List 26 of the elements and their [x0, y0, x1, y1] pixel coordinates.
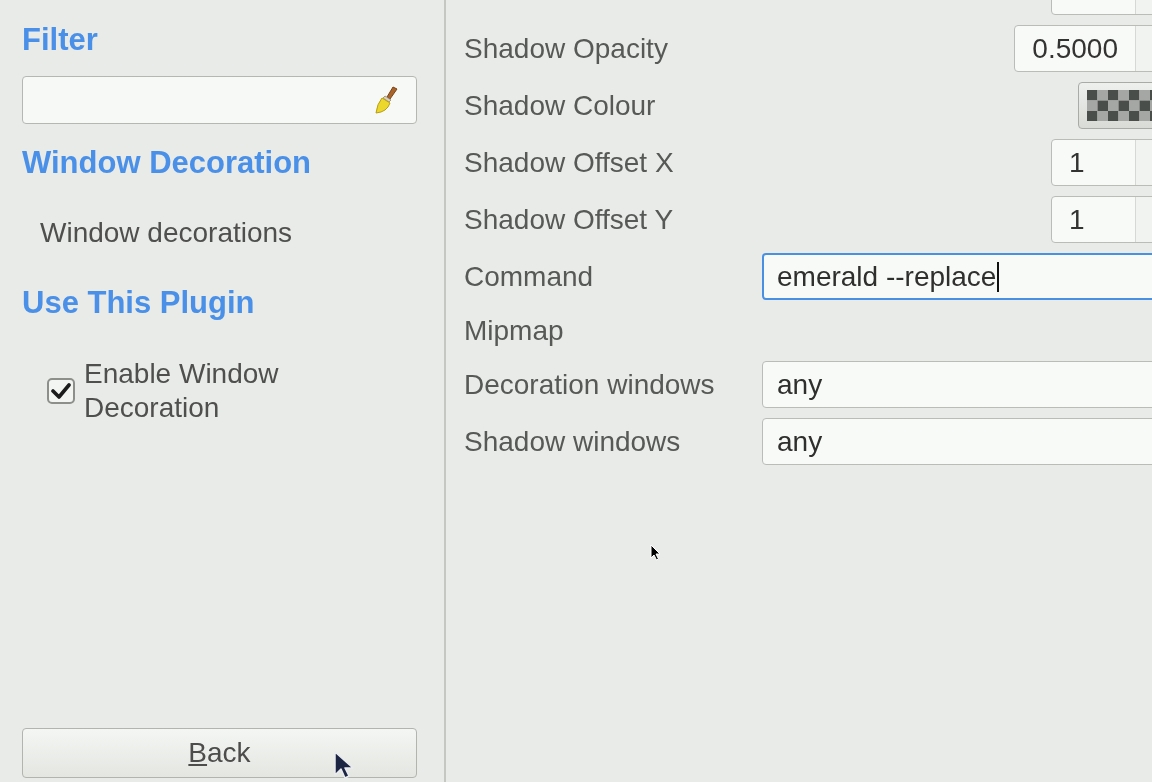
text-field[interactable]: emerald --replace [762, 253, 1152, 300]
setting-label: Shadow Offset Y [464, 202, 674, 237]
spin-field[interactable]: 1 [1051, 196, 1152, 243]
setting-label: Command [464, 259, 594, 294]
text-field[interactable]: any [762, 418, 1152, 465]
filter-field[interactable] [22, 76, 417, 124]
section-heading: Use This Plugin [22, 285, 255, 321]
plugin-description: Window decorations [40, 216, 293, 250]
setting-label: Shadow windows [464, 424, 681, 459]
text-field[interactable]: any [762, 361, 1152, 408]
checkbox-label[interactable]: Enable Window Decoration [84, 357, 324, 425]
setting-label: Shadow Colour [464, 88, 656, 123]
text-cursor-icon [997, 261, 1000, 292]
broom-icon[interactable] [374, 85, 400, 115]
spin-field[interactable]: 1 [1051, 139, 1152, 186]
setting-label: Shadow Offset X [464, 145, 674, 180]
setting-label: Decoration windows [464, 367, 715, 402]
spin-field[interactable]: 0.5000 [1014, 25, 1152, 72]
plugin-title: Window Decoration [22, 145, 312, 181]
setting-label: Shadow Opacity [464, 31, 668, 66]
setting-label: Mipmap [464, 313, 564, 348]
section-heading: Filter [22, 22, 98, 58]
mouse-pointer-icon [650, 544, 661, 561]
back-button[interactable]: Back [22, 728, 417, 778]
checkbox[interactable] [47, 378, 75, 404]
checkmark-icon [51, 382, 71, 400]
